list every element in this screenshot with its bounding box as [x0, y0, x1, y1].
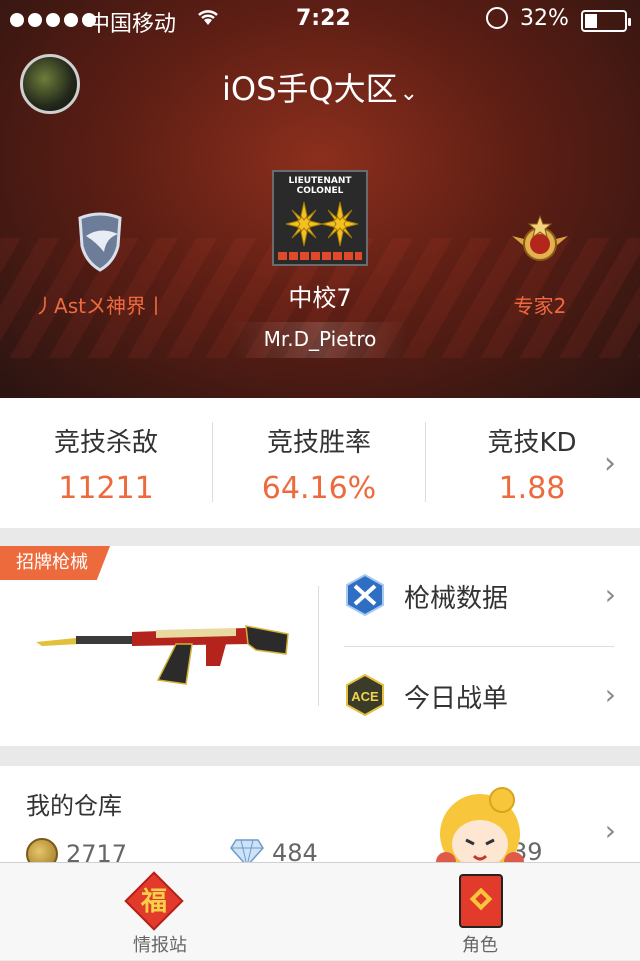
- mascot-icon: [436, 787, 524, 862]
- tab-label: 角色: [462, 935, 498, 956]
- warehouse-card[interactable]: 我的仓库 2717 484 39 ›: [0, 766, 640, 862]
- chevron-down-icon: ⌄: [399, 81, 419, 106]
- rank-badge: LIEUTENANT COLONEL: [272, 170, 368, 266]
- gold-coin-icon: [26, 838, 58, 862]
- battery-icon: [581, 10, 631, 32]
- chevron-right-icon: ›: [604, 578, 616, 611]
- wifi-icon: [196, 7, 220, 33]
- weapon-tag: 招牌枪械: [0, 546, 110, 580]
- rotation-lock-icon: [486, 7, 508, 29]
- tab-intel[interactable]: 福 情报站: [90, 863, 230, 961]
- rifle-icon[interactable]: [36, 614, 292, 694]
- menu-label: 枪械数据: [404, 584, 509, 614]
- fu-icon: 福: [124, 871, 184, 931]
- expert-emblem-icon: [512, 214, 568, 261]
- chevron-right-icon: ›: [604, 678, 616, 711]
- clan-emblem-icon: [78, 212, 122, 272]
- tab-bar: 福 情报站 角色: [0, 862, 640, 960]
- battery-percent: 32%: [520, 6, 569, 31]
- stat-win-rate: 竞技胜率 64.16%: [213, 422, 425, 506]
- stat-label: 竞技杀敌: [53, 428, 158, 458]
- expert-level: 专家2: [513, 294, 567, 318]
- weapon-data-row[interactable]: 枪械数据 ›: [344, 546, 640, 646]
- oak-leaf-icon: [285, 201, 359, 247]
- status-bar: 中国移动 7:22 32%: [0, 0, 640, 40]
- red-envelope-icon: [459, 874, 503, 928]
- today-battle-row[interactable]: ACE 今日战单 ›: [344, 646, 640, 746]
- stat-kills: 竞技杀敌 11211: [0, 422, 212, 506]
- diamond-amount: 484: [272, 839, 318, 862]
- region-selector[interactable]: iOS手Q大区⌄: [0, 64, 640, 110]
- chevron-right-icon[interactable]: ›: [604, 446, 616, 481]
- gold-amount: 2717: [66, 840, 128, 862]
- carrier-name: 中国移动: [88, 12, 177, 37]
- clock: 7:22: [296, 6, 351, 31]
- warehouse-title: 我的仓库: [26, 792, 122, 820]
- stat-label: 竞技胜率: [266, 428, 371, 458]
- region-name: iOS手Q大区: [221, 70, 398, 108]
- diamond-balance: 484: [230, 838, 318, 862]
- tab-role[interactable]: 角色: [410, 863, 550, 961]
- rank-progress-bar: [278, 252, 362, 260]
- rank-badge-text: LIEUTENANT COLONEL: [288, 176, 352, 196]
- profile-header: 中国移动 7:22 32% iOS手Q大区⌄ 丿Ast〤神界丨 LIEUTENA…: [0, 0, 640, 398]
- stat-value: 64.16%: [261, 471, 377, 506]
- weapon-data-icon: [346, 574, 384, 616]
- stat-value: 11211: [58, 471, 154, 506]
- diamond-icon: [230, 839, 264, 862]
- gold-balance: 2717: [26, 838, 127, 862]
- menu-label: 今日战单: [404, 684, 509, 714]
- competitive-stats[interactable]: 竞技杀敌 11211 竞技胜率 64.16% 竞技KD 1.88 ›: [0, 398, 640, 528]
- tab-label: 情报站: [133, 935, 187, 956]
- divider: [318, 586, 319, 706]
- svg-text:福: 福: [140, 887, 167, 917]
- ace-icon: ACE: [346, 674, 384, 716]
- signature-weapon-card: 招牌枪械 枪械数据 › ACE 今日战单 ›: [0, 546, 640, 746]
- svg-text:ACE: ACE: [351, 689, 379, 704]
- signal-strength-icon: [10, 13, 96, 27]
- chevron-right-icon: ›: [604, 814, 616, 847]
- player-name: Mr.D_Pietro: [232, 322, 408, 358]
